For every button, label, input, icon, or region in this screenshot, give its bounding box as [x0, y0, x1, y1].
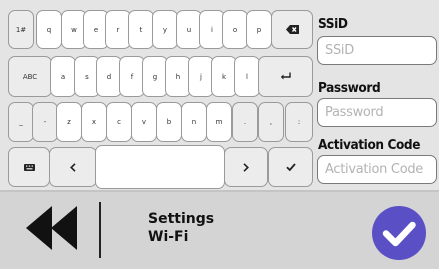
- key-label: :: [297, 118, 301, 126]
- key-done[interactable]: [268, 147, 313, 187]
- key-t[interactable]: t: [128, 10, 154, 49]
- key-q[interactable]: q: [36, 10, 62, 49]
- key-label: p: [256, 25, 262, 34]
- key-label: x: [91, 118, 97, 126]
- key-b[interactable]: b: [156, 102, 182, 142]
- page-subtitle: Wi-Fi: [148, 229, 189, 245]
- key-v[interactable]: v: [131, 102, 157, 142]
- key-label: w: [71, 25, 77, 34]
- key-keyboard-toggle[interactable]: [8, 147, 50, 187]
- password-placeholder: Password: [325, 105, 384, 120]
- key-l[interactable]: l: [234, 56, 260, 97]
- key-space[interactable]: [95, 145, 225, 189]
- key-label: j: [200, 72, 202, 81]
- key-label: e: [93, 25, 99, 34]
- key-label: i: [211, 25, 213, 34]
- checkmark-icon: [285, 163, 296, 171]
- key-label: l: [246, 72, 248, 81]
- key-label: .: [243, 118, 247, 126]
- key-hyphen[interactable]: -: [32, 102, 58, 142]
- footer-vertical-divider: [99, 202, 101, 258]
- confirm-button[interactable]: [372, 206, 426, 260]
- key-label: n: [191, 118, 197, 126]
- back-button[interactable]: [24, 206, 80, 254]
- key-z[interactable]: z: [56, 102, 82, 142]
- key-symbols[interactable]: 1#: [8, 10, 34, 49]
- backspace-icon: [285, 25, 299, 34]
- key-label: m: [215, 118, 223, 126]
- key-underscore[interactable]: _: [8, 102, 34, 142]
- chevron-right-icon: [243, 162, 249, 172]
- key-period[interactable]: .: [232, 102, 258, 142]
- key-label: -: [43, 118, 47, 126]
- keyboard-icon: [23, 163, 35, 171]
- key-p[interactable]: p: [246, 10, 272, 49]
- key-label: 1#: [15, 25, 27, 34]
- key-label: u: [186, 25, 192, 34]
- key-enter[interactable]: [258, 56, 313, 97]
- key-o[interactable]: o: [222, 10, 248, 49]
- key-y[interactable]: y: [152, 10, 178, 49]
- key-label: ABC: [22, 72, 38, 81]
- key-label: s: [85, 72, 89, 81]
- key-label: d: [106, 72, 112, 81]
- key-comma[interactable]: ,: [258, 102, 284, 142]
- key-label: h: [175, 72, 181, 81]
- ssid-placeholder: SSiD: [325, 43, 354, 58]
- key-colon[interactable]: :: [285, 102, 313, 142]
- key-label: f: [130, 72, 134, 81]
- key-m[interactable]: m: [206, 102, 232, 142]
- key-label: z: [67, 118, 71, 126]
- password-label: Password: [318, 80, 381, 96]
- ssid-field[interactable]: SSiD: [317, 36, 437, 65]
- chevron-left-icon: [70, 162, 76, 172]
- key-alpha-mode[interactable]: ABC: [8, 56, 52, 97]
- key-x[interactable]: x: [81, 102, 107, 142]
- key-label: b: [166, 118, 172, 126]
- key-a[interactable]: a: [50, 56, 76, 97]
- rewind-icon: [24, 204, 80, 256]
- key-label: v: [141, 118, 147, 126]
- key-label: o: [232, 25, 238, 34]
- key-label: t: [139, 25, 143, 34]
- enter-icon: [280, 72, 291, 81]
- key-n[interactable]: n: [181, 102, 207, 142]
- key-label: y: [162, 25, 168, 34]
- key-backspace[interactable]: [271, 10, 313, 49]
- key-label: r: [116, 25, 120, 34]
- key-label: _: [19, 118, 23, 126]
- key-cursor-right[interactable]: [224, 147, 268, 187]
- key-label: c: [117, 118, 121, 126]
- activation-code-label: Activation Code: [318, 137, 421, 153]
- ssid-label: SSiD: [318, 16, 348, 32]
- key-c[interactable]: c: [106, 102, 132, 142]
- activation-code-placeholder: Activation Code: [325, 162, 423, 177]
- key-label: ,: [269, 118, 273, 126]
- key-label: k: [221, 72, 227, 81]
- password-field[interactable]: Password: [317, 98, 437, 127]
- key-label: q: [46, 25, 52, 34]
- key-cursor-left[interactable]: [49, 147, 97, 187]
- key-label: g: [152, 72, 158, 81]
- confirm-check-icon: [372, 206, 426, 264]
- key-label: a: [60, 72, 66, 81]
- page-title: Settings: [148, 211, 215, 227]
- activation-code-field[interactable]: Activation Code: [317, 155, 437, 184]
